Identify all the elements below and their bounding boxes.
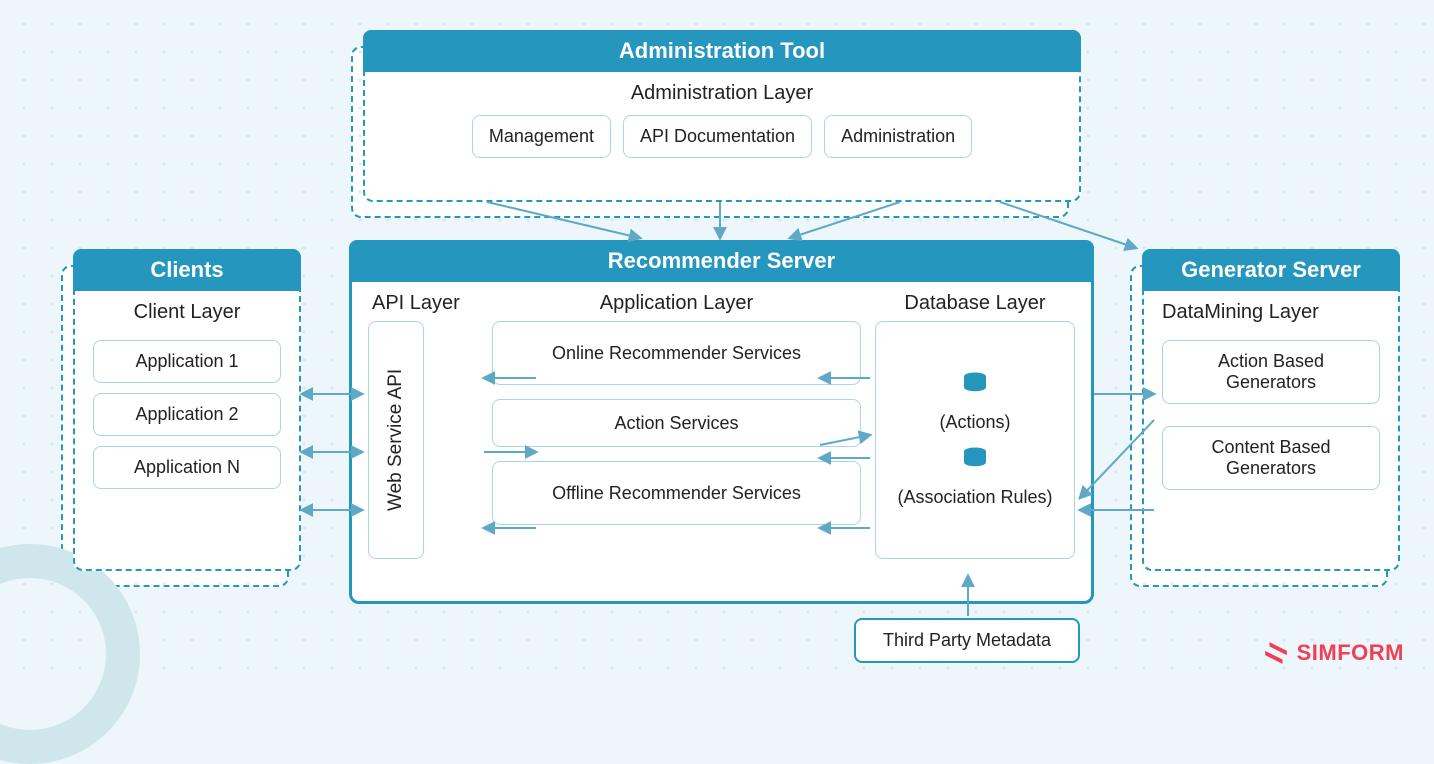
text: Application 2 (135, 404, 238, 425)
text: Action Based Generators (1179, 351, 1363, 393)
text: Application N (134, 457, 240, 478)
database-icon (961, 372, 989, 394)
simform-logo: SIMFORM (1263, 640, 1404, 666)
db-rules-label: (Association Rules) (897, 487, 1052, 508)
client-app-2: Application 2 (93, 393, 281, 436)
clients-title: Clients (73, 249, 301, 291)
admin-panel: Administration Tool Administration Layer… (363, 30, 1081, 202)
db-actions-label: (Actions) (939, 412, 1010, 433)
client-app-n: Application N (93, 446, 281, 489)
clients-layer-label: Client Layer (75, 291, 299, 330)
text: Web Service API (385, 369, 407, 511)
text: Administration (841, 126, 955, 147)
brand-name: SIMFORM (1297, 640, 1404, 666)
admin-item-administration: Administration (824, 115, 972, 158)
third-party-metadata: Third Party Metadata (854, 618, 1080, 663)
admin-item-api-doc: API Documentation (623, 115, 812, 158)
admin-item-management: Management (472, 115, 611, 158)
recommender-panel: Recommender Server API Layer Web Service… (349, 240, 1094, 604)
text: Online Recommender Services (552, 343, 801, 364)
text: Action Services (614, 413, 738, 434)
api-layer-label: API Layer (368, 282, 478, 321)
generator-panel: Generator Server DataMining Layer Action… (1142, 249, 1400, 571)
simform-icon (1263, 640, 1289, 666)
recommender-title: Recommender Server (349, 240, 1094, 282)
app-action-svc: Action Services (492, 399, 861, 447)
gen-action-based: Action Based Generators (1162, 340, 1380, 404)
db-box: (Actions) (Association Rules) (875, 321, 1075, 559)
text: Offline Recommender Services (552, 483, 801, 504)
web-service-api: Web Service API (368, 321, 424, 559)
admin-title: Administration Tool (363, 30, 1081, 72)
app-layer-label: Application Layer (492, 282, 861, 321)
text: Third Party Metadata (883, 630, 1051, 651)
admin-layer-label: Administration Layer (365, 72, 1079, 111)
generator-title: Generator Server (1142, 249, 1400, 291)
database-icon (961, 447, 989, 469)
clients-panel: Clients Client Layer Application 1 Appli… (73, 249, 301, 571)
app-online-rec: Online Recommender Services (492, 321, 861, 385)
app-offline-rec: Offline Recommender Services (492, 461, 861, 525)
text: Application 1 (135, 351, 238, 372)
db-layer-label: Database Layer (875, 282, 1075, 321)
text: Content Based Generators (1179, 437, 1363, 479)
text: Management (489, 126, 594, 147)
datamining-layer-label: DataMining Layer (1144, 291, 1398, 330)
text: API Documentation (640, 126, 795, 147)
client-app-1: Application 1 (93, 340, 281, 383)
gen-content-based: Content Based Generators (1162, 426, 1380, 490)
